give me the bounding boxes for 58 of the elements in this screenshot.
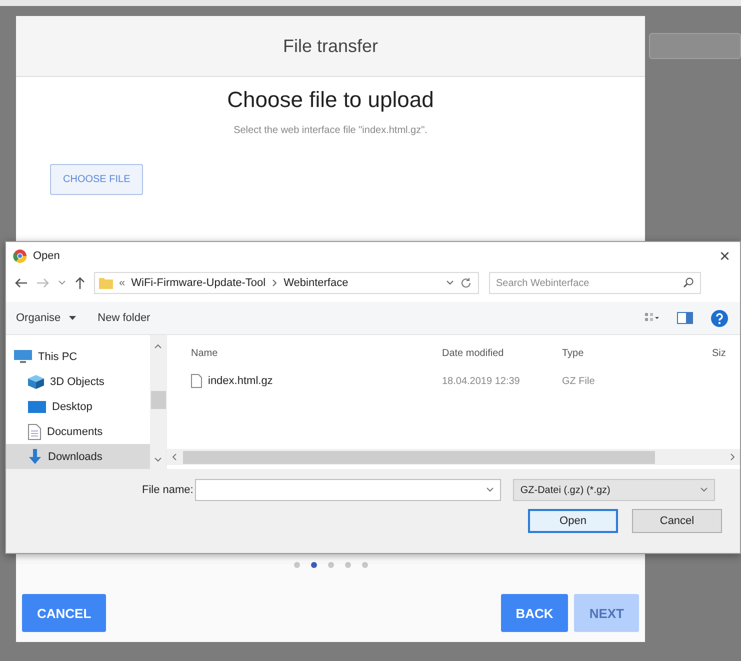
scroll-up-icon[interactable]: [154, 343, 162, 349]
desktop-icon: [28, 400, 46, 413]
back-arrow-icon[interactable]: [14, 277, 28, 289]
computer-icon: [14, 350, 32, 364]
dialog-button[interactable]: Cancel: [632, 509, 722, 533]
scroll-down-icon[interactable]: [154, 457, 162, 463]
footer-button[interactable]: CANCEL: [22, 594, 106, 632]
column-header[interactable]: Name: [167, 348, 442, 358]
file-type: GZ File: [562, 376, 596, 386]
help-icon[interactable]: [711, 310, 728, 326]
column-header[interactable]: Date modified: [442, 348, 562, 358]
dropdown-caret-icon: [486, 487, 494, 493]
file-name-field[interactable]: [195, 479, 502, 501]
dropdown-caret-icon: [700, 487, 708, 493]
address-bar[interactable]: « WiFi-Firmware-Update-Tool Webinterface: [94, 272, 479, 294]
scroll-left-icon[interactable]: [171, 453, 177, 461]
column-header[interactable]: Siz: [712, 348, 732, 358]
search-field[interactable]: Search Webinterface: [489, 272, 701, 294]
nav-item[interactable]: 3D Objects: [6, 370, 150, 395]
scroll-right-icon[interactable]: [730, 453, 736, 461]
column-header[interactable]: Type: [562, 348, 712, 358]
breadcrumb-item[interactable]: Webinterface: [284, 277, 348, 289]
cube-icon: [28, 375, 44, 390]
close-button[interactable]: ×: [719, 246, 730, 266]
dropdown-caret-icon[interactable]: [446, 280, 454, 286]
nav-item[interactable]: Desktop: [6, 394, 150, 420]
file-icon: [191, 374, 202, 388]
chevron-icon: [272, 279, 278, 287]
dialog-button[interactable]: Open: [528, 509, 618, 533]
up-arrow-icon[interactable]: [74, 276, 86, 290]
modal-description: Select the web interface file "index.html.gz".: [232, 125, 428, 136]
browser-icon: [13, 249, 27, 263]
document-icon: [28, 424, 41, 440]
nav-item[interactable]: Downloads: [6, 444, 150, 469]
file-date: 18.04.2019 12:39: [442, 376, 521, 386]
modal-heading: Choose file to upload: [226, 87, 435, 113]
organise-menu[interactable]: Organise: [16, 312, 61, 324]
nav-item[interactable]: This PC: [6, 345, 150, 370]
file-name-label: File name:: [142, 484, 194, 496]
caret-icon: [68, 316, 76, 320]
modal-title: File transfer: [282, 36, 378, 56]
dialog-title: Open: [33, 250, 60, 262]
scrollbar-thumb[interactable]: [150, 391, 166, 409]
file-name[interactable]: index.html.gz: [208, 375, 273, 387]
preview-pane-icon[interactable]: [677, 312, 693, 324]
refresh-icon[interactable]: [460, 277, 472, 289]
file-type-select[interactable]: GZ-Datei (.gz) (*.gz): [513, 479, 716, 501]
search-icon: [683, 277, 694, 288]
breadcrumb-item[interactable]: WiFi-Firmware-Update-Tool: [131, 277, 266, 289]
dropdown-caret-icon[interactable]: [58, 280, 66, 286]
new-folder-button[interactable]: New folder: [98, 312, 150, 324]
scrollbar-thumb[interactable]: [183, 450, 655, 464]
path-overflow[interactable]: «: [119, 277, 126, 289]
folder-icon: [99, 277, 113, 289]
footer-button[interactable]: BACK: [500, 594, 568, 632]
download-icon: [28, 448, 42, 465]
view-options-icon[interactable]: [645, 312, 659, 324]
nav-item[interactable]: Documents: [6, 419, 150, 444]
